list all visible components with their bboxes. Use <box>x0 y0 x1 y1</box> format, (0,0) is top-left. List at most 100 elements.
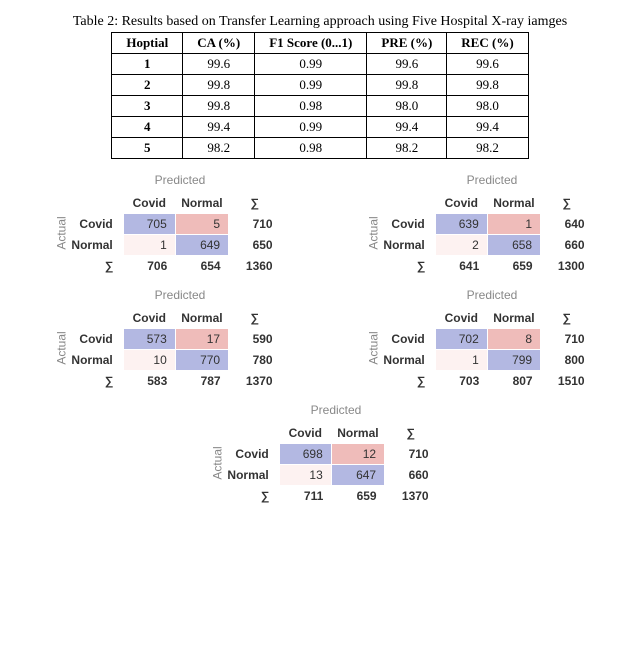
row-covid: Covid <box>377 214 435 235</box>
sigma-icon: ∑ <box>221 486 279 507</box>
col-header: PRE (%) <box>367 33 447 54</box>
col-header: REC (%) <box>447 33 528 54</box>
actual-axis-label: Actual <box>367 331 381 364</box>
row-total: 660 <box>541 235 593 256</box>
sigma-icon: ∑ <box>385 423 437 444</box>
col-total: 706 <box>123 256 175 277</box>
confusion-matrix: Predicted Actual Covid Normal ∑ Covid 69… <box>203 403 436 506</box>
cell-tn: 649 <box>175 235 228 256</box>
table-header-row: Hoptial CA (%) F1 Score (0...1) PRE (%) … <box>112 33 528 54</box>
row-total: 660 <box>385 465 437 486</box>
predicted-axis-label: Predicted <box>377 173 592 187</box>
table-row: 299.80.9999.899.8 <box>112 75 528 96</box>
table-cell: 99.8 <box>447 75 528 96</box>
col-normal: Normal <box>175 193 228 214</box>
col-covid: Covid <box>123 193 175 214</box>
table-cell: 0.98 <box>255 138 367 159</box>
cell-fp: 1 <box>123 235 175 256</box>
col-total: 703 <box>435 371 487 392</box>
col-normal: Normal <box>175 308 228 329</box>
row-total: 800 <box>541 350 593 371</box>
table-cell: 0.99 <box>255 117 367 138</box>
col-total: 583 <box>123 371 175 392</box>
col-total: 659 <box>331 486 384 507</box>
table-cell: 0.98 <box>255 96 367 117</box>
sigma-icon: ∑ <box>541 308 593 329</box>
actual-axis-label: Actual <box>55 216 69 249</box>
cell-fp: 2 <box>435 235 487 256</box>
row-normal: Normal <box>221 465 279 486</box>
table-caption: Table 2: Results based on Transfer Learn… <box>0 14 640 30</box>
table-cell: 4 <box>112 117 183 138</box>
cell-tp: 698 <box>279 444 331 465</box>
row-total: 780 <box>229 350 281 371</box>
table-cell: 0.99 <box>255 54 367 75</box>
sigma-icon: ∑ <box>377 371 435 392</box>
grand-total: 1370 <box>229 371 281 392</box>
col-covid: Covid <box>123 308 175 329</box>
table-cell: 98.2 <box>183 138 255 159</box>
cell-tp: 705 <box>123 214 175 235</box>
col-total: 654 <box>175 256 228 277</box>
col-normal: Normal <box>487 193 540 214</box>
table-cell: 99.4 <box>367 117 447 138</box>
cell-fp: 13 <box>279 465 331 486</box>
results-table: Hoptial CA (%) F1 Score (0...1) PRE (%) … <box>111 32 528 159</box>
row-total: 710 <box>385 444 437 465</box>
confusion-matrix: Predicted Actual Covid Normal ∑ Covid 70… <box>359 288 592 391</box>
table-cell: 99.4 <box>447 117 528 138</box>
row-total: 650 <box>229 235 281 256</box>
cell-fn: 5 <box>175 214 228 235</box>
table-cell: 99.4 <box>183 117 255 138</box>
table-cell: 1 <box>112 54 183 75</box>
table-cell: 98.2 <box>447 138 528 159</box>
cell-fn: 8 <box>487 329 540 350</box>
col-header: F1 Score (0...1) <box>255 33 367 54</box>
table-cell: 99.6 <box>367 54 447 75</box>
row-total: 590 <box>229 329 281 350</box>
grand-total: 1370 <box>385 486 437 507</box>
cell-tp: 702 <box>435 329 487 350</box>
cell-fn: 1 <box>487 214 540 235</box>
row-normal: Normal <box>65 350 123 371</box>
row-covid: Covid <box>65 329 123 350</box>
col-header: Hoptial <box>112 33 183 54</box>
table-cell: 5 <box>112 138 183 159</box>
confusion-matrix: Predicted Actual Covid Normal ∑ Covid 57… <box>47 288 280 391</box>
actual-axis-label: Actual <box>367 216 381 249</box>
table-cell: 98.0 <box>367 96 447 117</box>
cell-fp: 1 <box>435 350 487 371</box>
table-row: 199.60.9999.699.6 <box>112 54 528 75</box>
table-cell: 3 <box>112 96 183 117</box>
table-cell: 98.0 <box>447 96 528 117</box>
cell-fp: 10 <box>123 350 175 371</box>
cell-fn: 17 <box>175 329 228 350</box>
sigma-icon: ∑ <box>65 256 123 277</box>
confusion-matrix: Predicted Actual Covid Normal ∑ Covid 70… <box>47 173 280 276</box>
table-row: 499.40.9999.499.4 <box>112 117 528 138</box>
col-normal: Normal <box>487 308 540 329</box>
col-covid: Covid <box>435 193 487 214</box>
row-total: 640 <box>541 214 593 235</box>
table-cell: 99.6 <box>183 54 255 75</box>
col-covid: Covid <box>435 308 487 329</box>
cell-tn: 647 <box>331 465 384 486</box>
table-cell: 99.6 <box>447 54 528 75</box>
confusion-matrix: Predicted Actual Covid Normal ∑ Covid 63… <box>359 173 592 276</box>
col-total: 807 <box>487 371 540 392</box>
sigma-icon: ∑ <box>377 256 435 277</box>
table-row: 598.20.9898.298.2 <box>112 138 528 159</box>
row-covid: Covid <box>221 444 279 465</box>
actual-axis-label: Actual <box>55 331 69 364</box>
predicted-axis-label: Predicted <box>221 403 436 417</box>
grand-total: 1300 <box>541 256 593 277</box>
row-normal: Normal <box>65 235 123 256</box>
table-cell: 99.8 <box>367 75 447 96</box>
table-cell: 99.8 <box>183 96 255 117</box>
sigma-icon: ∑ <box>65 371 123 392</box>
predicted-axis-label: Predicted <box>377 288 592 302</box>
row-normal: Normal <box>377 235 435 256</box>
col-header: CA (%) <box>183 33 255 54</box>
actual-axis-label: Actual <box>211 446 225 479</box>
col-covid: Covid <box>279 423 331 444</box>
